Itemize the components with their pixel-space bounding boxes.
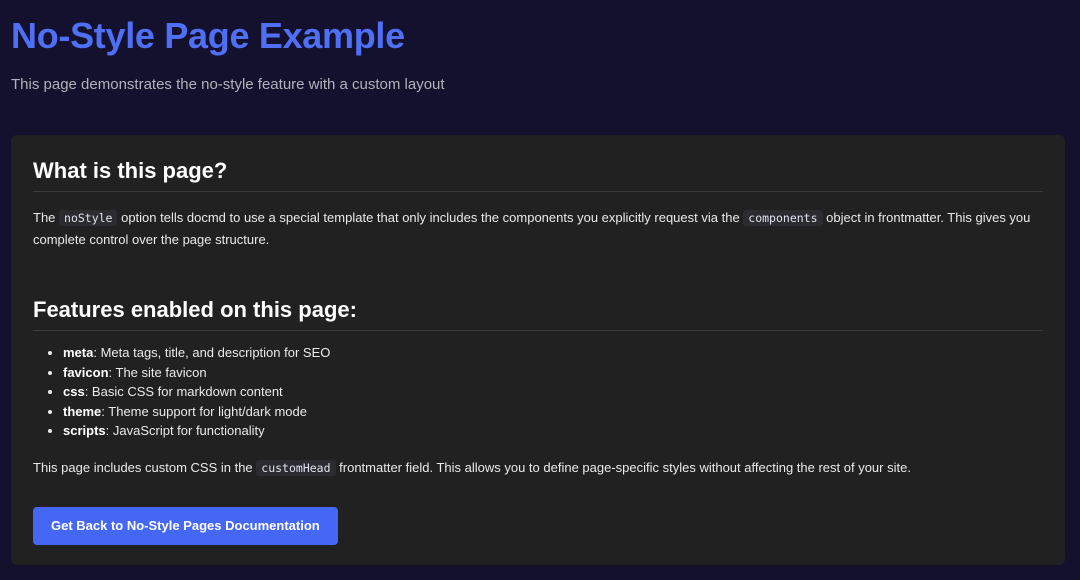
code-nostyle: noStyle: [59, 210, 118, 226]
list-item: meta: Meta tags, title, and description …: [63, 343, 1043, 363]
feature-desc: : The site favicon: [108, 364, 207, 380]
back-to-docs-button[interactable]: Get Back to No-Style Pages Documentation: [33, 506, 338, 545]
feature-name: favicon: [63, 364, 109, 380]
feature-name: theme: [63, 403, 102, 419]
list-item: scripts: JavaScript for functionality: [63, 421, 1043, 441]
code-customhead: customHead: [256, 459, 336, 476]
list-item: theme: Theme support for light/dark mode: [63, 402, 1043, 422]
feature-name: meta: [63, 345, 94, 360]
feature-desc: : Meta tags, title, and description for …: [93, 345, 331, 360]
section-heading-features: Features enabled on this page:: [33, 296, 1043, 331]
feature-list: meta: Meta tags, title, and description …: [33, 343, 1043, 441]
content-card: What is this page? The noStyle option te…: [11, 135, 1065, 565]
feature-desc: : Theme support for light/dark mode: [101, 403, 307, 419]
intro-text-middle: option tells docmd to use a special temp…: [117, 210, 744, 225]
section-heading-what-is-this-page: What is this page?: [33, 157, 1043, 192]
feature-name: scripts: [63, 423, 106, 438]
code-components: components: [743, 210, 823, 226]
page: No-Style Page Example This page demonstr…: [0, 0, 1080, 580]
custom-css-text-prefix: This page includes custom CSS in the: [33, 459, 257, 475]
feature-name: css: [63, 384, 85, 399]
feature-desc: : JavaScript for functionality: [105, 423, 265, 438]
list-item: css: Basic CSS for markdown content: [63, 382, 1043, 402]
page-subtitle: This page demonstrates the no-style feat…: [11, 76, 445, 93]
custom-css-text-suffix: frontmatter field. This allows you to de…: [335, 459, 911, 475]
intro-text-prefix: The: [33, 210, 60, 225]
page-title: No-Style Page Example: [11, 15, 405, 56]
custom-css-paragraph: This page includes custom CSS in the cus…: [33, 457, 1043, 479]
list-item: favicon: The site favicon: [63, 363, 1043, 383]
feature-desc: : Basic CSS for markdown content: [84, 384, 283, 399]
intro-paragraph: The noStyle option tells docmd to use a …: [33, 207, 1043, 250]
